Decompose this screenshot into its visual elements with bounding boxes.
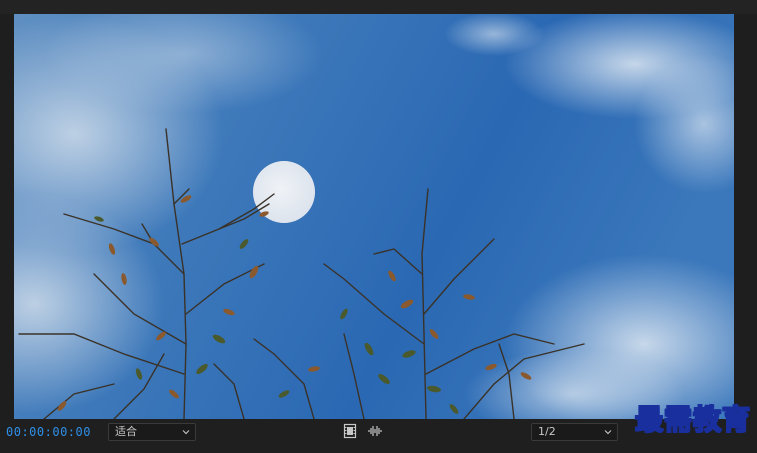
video-preview[interactable] — [14, 14, 734, 419]
watermark-logo: 最需教育 — [634, 402, 751, 437]
fit-zoom-label: 适合 — [115, 425, 137, 438]
waveform-icon — [368, 426, 382, 436]
video-frame-image — [14, 14, 734, 419]
export-frame-button[interactable] — [342, 423, 358, 439]
playhead-timecode[interactable]: 00:00:00:00 — [6, 424, 91, 440]
chevron-down-icon — [182, 430, 190, 435]
fit-zoom-dropdown[interactable]: 适合 — [108, 423, 196, 441]
chevron-down-icon — [604, 430, 612, 435]
playback-resolution-dropdown[interactable]: 1/2 — [531, 423, 618, 441]
film-frame-icon — [343, 423, 357, 439]
program-monitor: 00:00:00:00 适合 1/2 最需教育 — [0, 0, 757, 453]
monitor-top-strip — [0, 0, 757, 14]
audio-waveform-button[interactable] — [367, 423, 383, 439]
playback-resolution-label: 1/2 — [538, 425, 556, 438]
